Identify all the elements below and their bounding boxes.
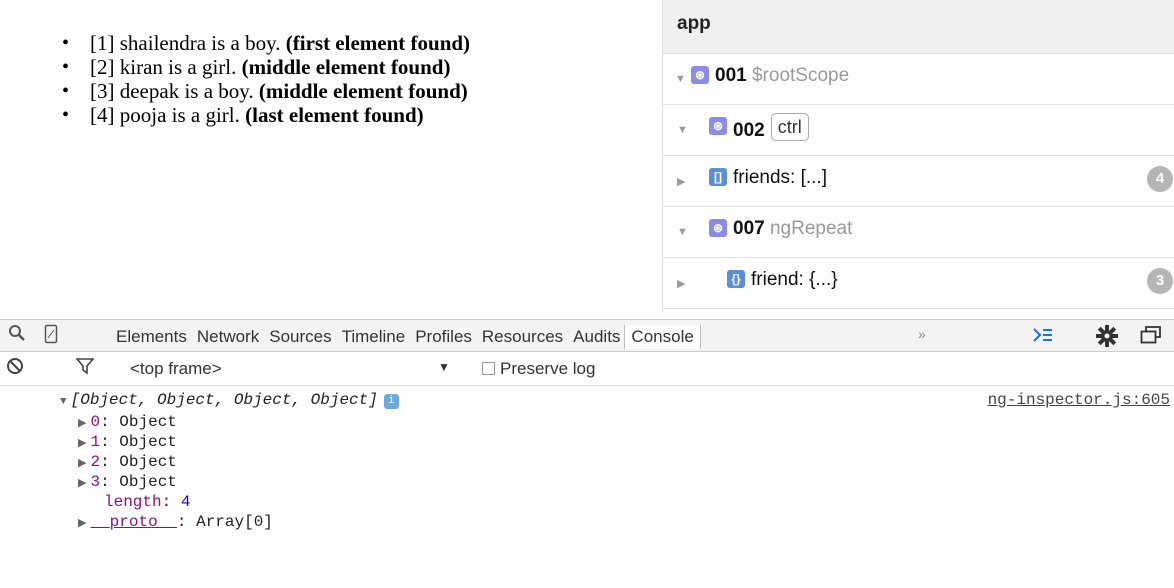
count-badge: 4	[1147, 166, 1173, 192]
object-property-row[interactable]: ▶ 1: Object	[78, 432, 177, 454]
model-label: friend: {...}	[751, 269, 838, 290]
scope-id: 001	[715, 65, 747, 86]
log-summary: [Object, Object, Object, Object]	[70, 391, 378, 409]
frame-selector[interactable]: <top frame>	[130, 359, 222, 379]
console-drawer-icon[interactable]	[1032, 325, 1054, 351]
scope-row-ctrl[interactable]: ▼ ⊛ 002 ctrl	[663, 105, 1174, 156]
expand-down-icon[interactable]: ▼	[60, 396, 67, 408]
scope-label: $rootScope	[751, 65, 850, 86]
scope-label: ngRepeat	[769, 218, 853, 239]
scope-icon: ⊛	[709, 219, 727, 237]
search-icon[interactable]	[8, 324, 26, 347]
console-filter-bar: <top frame> ▼ Preserve log	[0, 352, 1174, 386]
scope-id: 007	[733, 218, 765, 239]
scope-row-rootscope[interactable]: ▼ ⊛ 001 $rootScope	[663, 54, 1174, 105]
scope-id: 002	[733, 120, 765, 141]
devtools-tabs: Elements Network Sources Timeline Profil…	[116, 320, 711, 353]
list-item: [1] shailendra is a boy. (first element …	[62, 31, 470, 55]
device-mode-icon[interactable]	[44, 324, 58, 349]
length-property: length: 4	[104, 493, 191, 511]
model-label: friends: [...]	[733, 167, 827, 188]
expand-down-icon[interactable]: ▼	[677, 226, 688, 238]
model-row-friends[interactable]: ▶ [] friends: [...] 4	[663, 156, 1174, 207]
object-icon: {}	[727, 270, 745, 288]
tab-console[interactable]: Console	[624, 324, 701, 349]
expand-down-icon[interactable]: ▼	[677, 124, 688, 136]
tab-audits[interactable]: Audits	[573, 327, 620, 347]
devtools-toolbar: Elements Network Sources Timeline Profil…	[0, 319, 1174, 352]
ng-inspector-panel: app ▼ ⊛ 001 $rootScope ▼ ⊛ 002 ctrl ▶ [] …	[662, 0, 1174, 312]
array-icon: []	[709, 168, 727, 186]
chevron-down-icon[interactable]: ▼	[438, 360, 450, 374]
tab-network[interactable]: Network	[197, 327, 259, 347]
expand-right-icon[interactable]: ▶	[78, 418, 86, 430]
expand-down-icon[interactable]: ▼	[675, 73, 686, 85]
expand-right-icon[interactable]: ▶	[78, 438, 86, 450]
object-property-row[interactable]: ▶ 0: Object	[78, 412, 177, 434]
filter-icon[interactable]	[75, 357, 95, 381]
object-property-row[interactable]: ▶ 2: Object	[78, 452, 177, 474]
expand-right-icon[interactable]: ▶	[78, 518, 86, 530]
scope-icon: ⊛	[691, 66, 709, 84]
inspector-title: app	[663, 0, 1174, 54]
count-badge: 3	[1147, 268, 1173, 294]
info-icon[interactable]: i	[383, 394, 399, 409]
tab-sources[interactable]: Sources	[269, 327, 331, 347]
more-tabs-button[interactable]: »	[918, 326, 926, 342]
model-row-friend[interactable]: ▶ {} friend: {...} 3	[663, 258, 1174, 309]
controller-tag: ctrl	[770, 113, 809, 141]
clear-console-icon[interactable]	[6, 357, 24, 381]
scope-icon: ⊛	[709, 117, 727, 135]
expand-right-icon[interactable]: ▶	[677, 277, 685, 290]
list-item: [2] kiran is a girl. (middle element fou…	[62, 55, 470, 79]
friends-list: [1] shailendra is a boy. (first element …	[62, 31, 470, 127]
tab-profiles[interactable]: Profiles	[415, 327, 472, 347]
tab-timeline[interactable]: Timeline	[342, 327, 406, 347]
list-item: [3] deepak is a boy. (middle element fou…	[62, 79, 470, 103]
expand-right-icon[interactable]: ▶	[677, 175, 685, 188]
expand-right-icon[interactable]: ▶	[78, 458, 86, 470]
preserve-log-checkbox[interactable]	[482, 362, 495, 375]
list-item: [4] pooja is a girl. (last element found…	[62, 103, 470, 127]
proto-property-row[interactable]: ▶ __proto__: Array[0]	[78, 512, 273, 534]
scope-row-ngrepeat[interactable]: ▼ ⊛ 007 ngRepeat	[663, 207, 1174, 258]
object-property-row[interactable]: ▶ 3: Object	[78, 472, 177, 494]
source-link[interactable]: ng-inspector.js:605	[988, 390, 1170, 410]
tab-elements[interactable]: Elements	[116, 327, 187, 347]
preserve-log-label: Preserve log	[500, 359, 596, 378]
console-log-entry[interactable]: ▼ [Object, Object, Object, Object] i	[60, 390, 399, 412]
undock-icon[interactable]	[1140, 325, 1166, 353]
console-output: ▼ [Object, Object, Object, Object] i ng-in…	[0, 386, 1174, 588]
expand-right-icon[interactable]: ▶	[78, 478, 86, 490]
page-content: [1] shailendra is a boy. (first element …	[0, 0, 650, 312]
tab-resources[interactable]: Resources	[482, 327, 563, 347]
gear-icon[interactable]	[1096, 325, 1118, 353]
